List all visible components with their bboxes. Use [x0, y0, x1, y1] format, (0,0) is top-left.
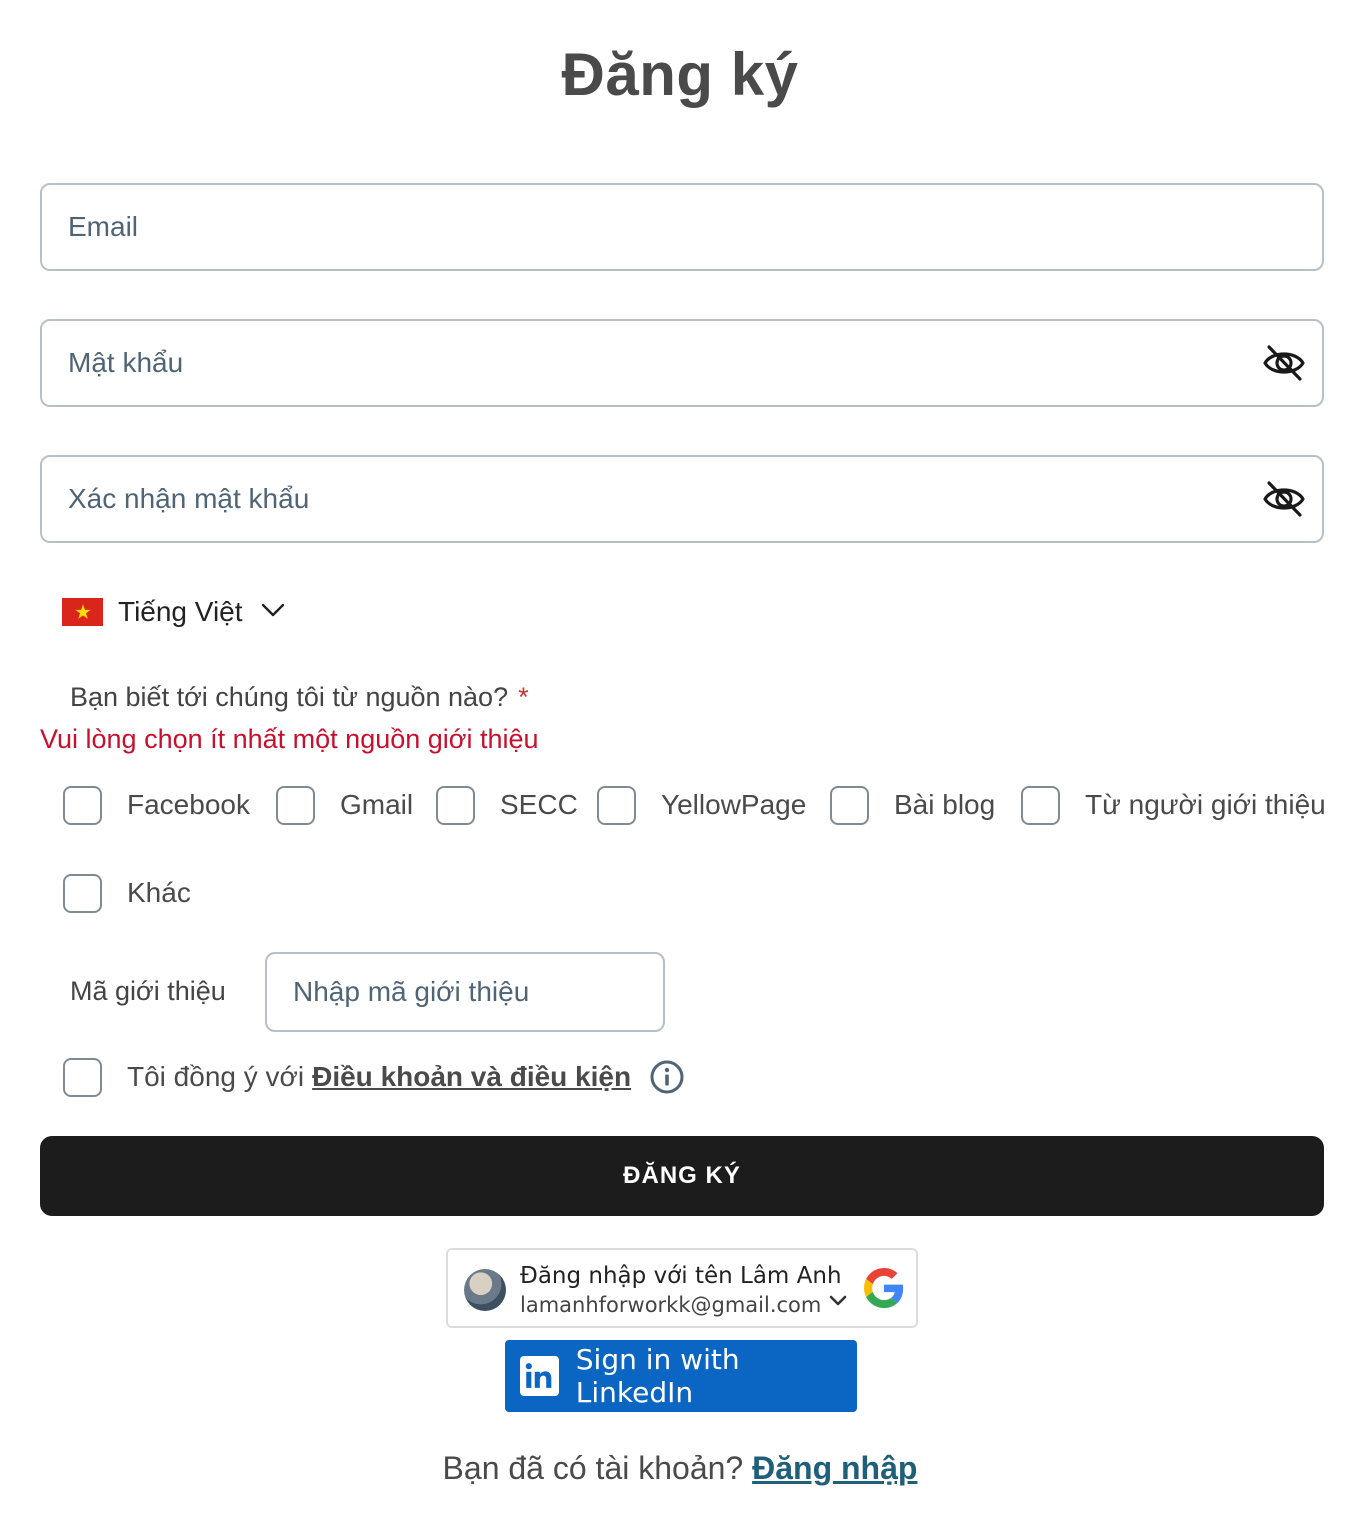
checkbox-label: Bài blog	[894, 789, 996, 820]
linkedin-logo-icon	[520, 1356, 559, 1396]
checkbox[interactable]	[276, 785, 315, 825]
vietnam-flag-icon	[62, 598, 103, 626]
eye-off-icon[interactable]	[1262, 479, 1306, 519]
checkbox[interactable]	[63, 873, 102, 913]
password-input[interactable]	[68, 321, 1248, 405]
terms-agreement: Tôi đồng ý với Điều khoản và điều kiện	[63, 1057, 685, 1097]
checkbox[interactable]	[436, 785, 475, 825]
error-message: Vui lòng chọn ít nhất một nguồn giới thi…	[40, 724, 539, 754]
google-logo-icon	[864, 1268, 904, 1308]
checkbox-label: YellowPage	[661, 789, 807, 820]
source-option-yellowpage[interactable]: YellowPage	[597, 785, 806, 825]
language-selector[interactable]: Tiếng Việt	[62, 590, 285, 634]
linkedin-label: Sign in with LinkedIn	[575, 1343, 740, 1409]
checkbox[interactable]	[1021, 785, 1060, 825]
register-button[interactable]: ĐĂNG KÝ	[40, 1136, 1324, 1216]
checkbox-label: Facebook	[127, 789, 250, 820]
source-option-gmail[interactable]: Gmail	[276, 785, 413, 825]
checkbox-label: Gmail	[340, 789, 414, 820]
source-option-referrer[interactable]: Từ người giới thiệu	[1021, 785, 1326, 825]
checkbox[interactable]	[63, 785, 102, 825]
required-mark: *	[518, 682, 529, 712]
email-field[interactable]	[40, 183, 1324, 271]
login-prompt: Bạn đã có tài khoản? Đăng nhập	[0, 1450, 1360, 1487]
login-link[interactable]: Đăng nhập	[752, 1450, 917, 1486]
source-question: Bạn biết tới chúng tôi từ nguồn nào? *	[70, 682, 529, 713]
avatar	[464, 1269, 506, 1311]
info-icon[interactable]	[649, 1059, 685, 1095]
chevron-down-icon	[261, 603, 285, 622]
referral-label: Mã giới thiệu	[70, 976, 226, 1006]
google-account-email: lamanhforworkk@gmail.com	[520, 1293, 822, 1317]
page-title: Đăng ký	[561, 41, 799, 108]
checkbox[interactable]	[830, 785, 869, 825]
terms-checkbox[interactable]	[63, 1057, 102, 1097]
source-option-other[interactable]: Khác	[63, 873, 191, 913]
login-prompt-text: Bạn đã có tài khoản?	[442, 1450, 744, 1486]
checkbox-label: SECC	[500, 789, 578, 820]
confirm-password-field[interactable]	[40, 455, 1324, 543]
checkbox[interactable]	[597, 785, 636, 825]
source-question-label: Bạn biết tới chúng tôi từ nguồn nào?	[70, 682, 509, 712]
checkbox-label: Khác	[127, 877, 191, 908]
source-option-blog[interactable]: Bài blog	[830, 785, 995, 825]
email-input[interactable]	[68, 185, 1248, 269]
google-signin-button[interactable]: Đăng nhập với tên Lâm Anh lamanhforworkk…	[446, 1248, 918, 1328]
chevron-down-icon[interactable]	[828, 1294, 848, 1308]
terms-link[interactable]: Điều khoản và điều kiện	[312, 1061, 631, 1093]
checkbox-label: Từ người giới thiệu	[1085, 789, 1326, 820]
terms-prefix: Tôi đồng ý với	[127, 1061, 305, 1092]
password-field[interactable]	[40, 319, 1324, 407]
referral-field[interactable]	[265, 952, 665, 1032]
referral-input[interactable]	[293, 954, 643, 1030]
confirm-password-input[interactable]	[68, 457, 1248, 541]
language-label: Tiếng Việt	[118, 596, 243, 627]
google-account-name: Đăng nhập với tên Lâm Anh	[520, 1263, 842, 1289]
source-option-facebook[interactable]: Facebook	[63, 785, 250, 825]
linkedin-signin-button[interactable]: Sign in with LinkedIn	[505, 1340, 857, 1412]
eye-off-icon[interactable]	[1262, 343, 1306, 383]
source-option-secc[interactable]: SECC	[436, 785, 578, 825]
